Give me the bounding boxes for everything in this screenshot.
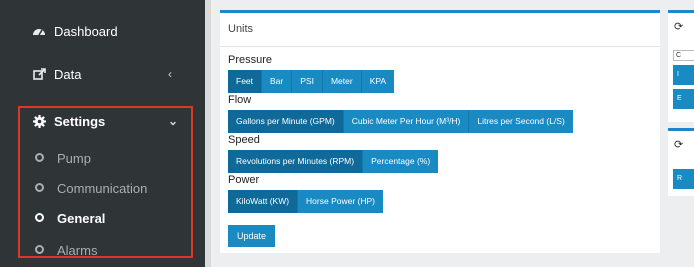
right-card-bottom: ⟳ R [668,128,694,196]
app-root: Dashboard Data ‹ Settings ⌄ Pump Communi… [0,0,694,267]
pressure-option-psi[interactable]: PSI [292,70,323,93]
speed-option-percentage[interactable]: Percentage (%) [363,150,439,173]
external-link-icon [32,67,46,81]
pressure-option-meter[interactable]: Meter [322,70,362,93]
sidebar-subitem-alarms[interactable]: Alarms [0,240,205,260]
power-option-kw[interactable]: KiloWatt (KW) [228,190,299,213]
sidebar: Dashboard Data ‹ Settings ⌄ Pump Communi… [0,0,205,267]
pressure-option-kpa[interactable]: KPA [361,70,395,93]
pressure-option-feet[interactable]: Feet [228,70,263,93]
pressure-label: Pressure [228,54,273,66]
refresh-icon[interactable]: ⟳ [674,20,683,33]
right-card-top: ⟳ C I E [668,10,694,122]
right-card-button-1[interactable]: I [673,65,694,85]
flow-option-m3h[interactable]: Cubic Meter Per Hour (M³/H) [343,110,470,133]
flow-option-gpm[interactable]: Gallons per Minute (GPM) [228,110,344,133]
sidebar-item-label: Settings [54,113,106,129]
right-card-button-3[interactable]: R [673,169,694,189]
gear-icon [32,114,46,128]
refresh-icon[interactable]: ⟳ [674,138,683,151]
sidebar-item-label: Data [54,66,82,82]
card-divider [220,46,660,47]
circle-icon [35,213,44,222]
speed-button-group: Revolutions per Minutes (RPM) Percentage… [228,150,439,173]
circle-icon [35,153,44,162]
chevron-down-icon: ⌄ [168,114,179,128]
sidebar-subitem-label: Communication [57,180,148,196]
sidebar-subitem-general[interactable]: General [0,208,205,228]
power-label: Power [228,174,260,186]
sidebar-subitem-label: General [57,210,106,226]
flow-option-ls[interactable]: Litres per Second (L/S) [469,110,573,133]
flow-button-group: Gallons per Minute (GPM) Cubic Meter Per… [228,110,573,133]
sidebar-subitem-pump[interactable]: Pump [0,148,205,168]
pressure-button-group: Feet Bar PSI Meter KPA [228,70,395,93]
sidebar-subitem-label: Pump [57,150,91,166]
dashboard-icon [32,24,46,38]
right-card-button-2[interactable]: E [673,89,694,109]
sidebar-subitem-communication[interactable]: Communication [0,178,205,198]
sidebar-subitem-label: Alarms [57,242,98,258]
sidebar-item-settings[interactable]: Settings ⌄ [0,110,205,132]
chevron-left-icon: ‹ [168,67,172,81]
power-button-group: KiloWatt (KW) Horse Power (HP) [228,190,384,213]
update-button[interactable]: Update [228,225,276,247]
power-option-hp[interactable]: Horse Power (HP) [298,190,384,213]
card-title: Units [228,23,254,35]
speed-label: Speed [228,134,260,146]
sidebar-item-dashboard[interactable]: Dashboard [0,20,205,42]
sidebar-item-data[interactable]: Data ‹ [0,63,205,85]
sidebar-item-label: Dashboard [54,23,118,39]
flow-label: Flow [228,94,252,106]
speed-option-rpm[interactable]: Revolutions per Minutes (RPM) [228,150,364,173]
units-card: Units Pressure Feet Bar PSI Meter KPA Fl… [220,10,660,253]
circle-icon [35,183,44,192]
right-card-input[interactable]: C [673,50,694,61]
circle-icon [35,245,44,254]
pressure-option-bar[interactable]: Bar [262,70,293,93]
